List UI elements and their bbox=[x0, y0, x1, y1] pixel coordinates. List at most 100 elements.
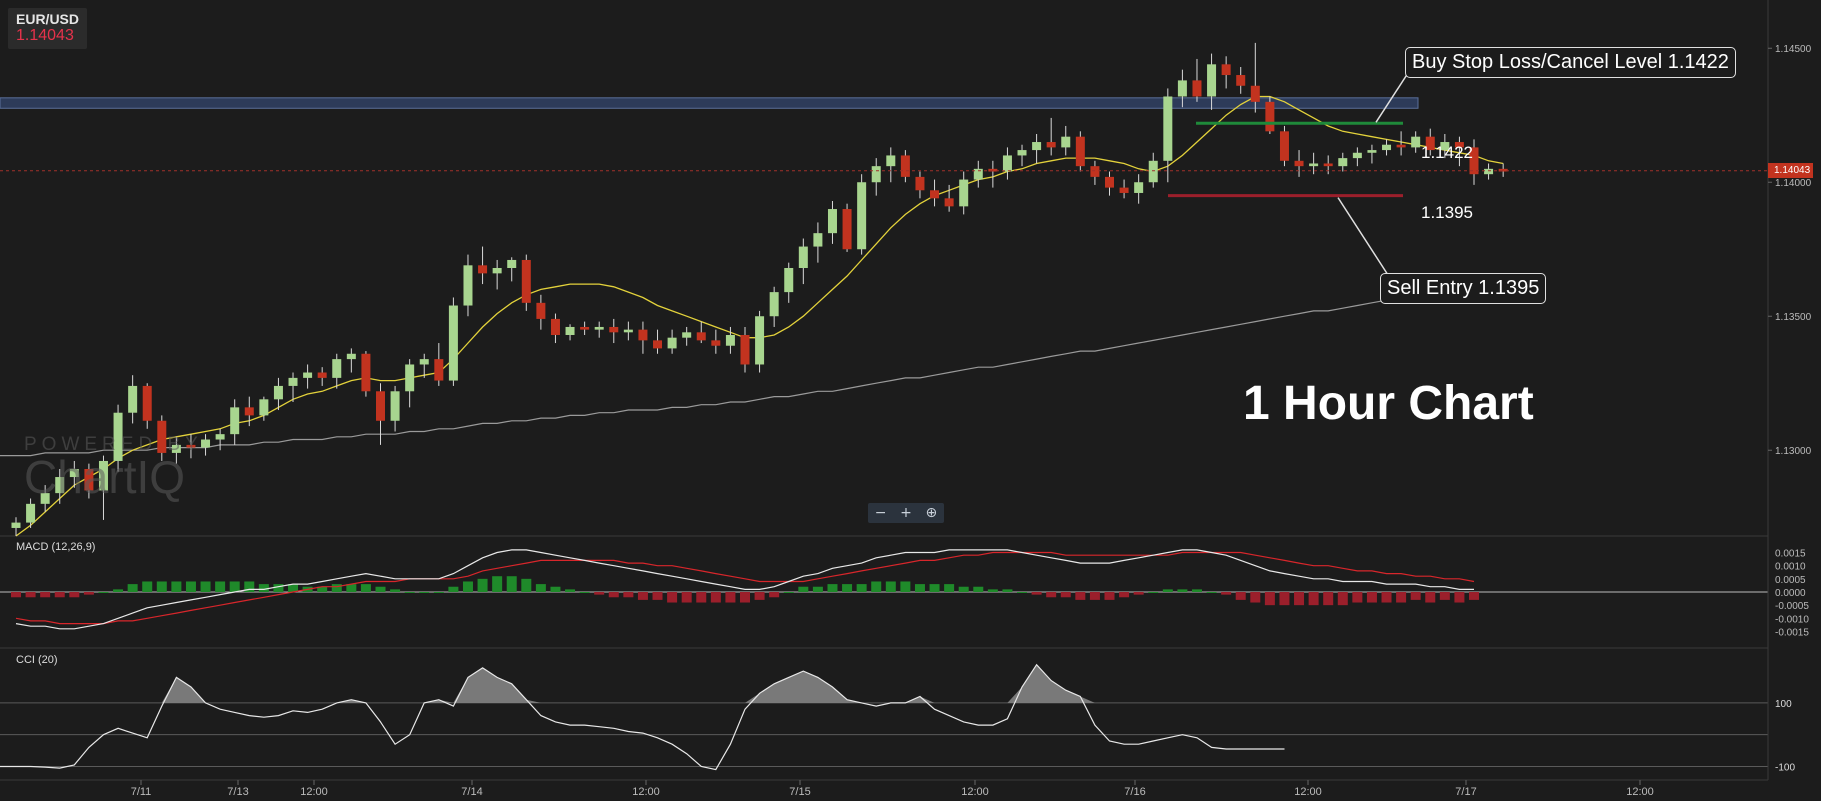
candle-body bbox=[1017, 150, 1027, 156]
candle-body bbox=[11, 522, 21, 528]
candle-body bbox=[1221, 64, 1231, 76]
macd-histogram-bar bbox=[1177, 589, 1188, 592]
macd-histogram-bar bbox=[812, 586, 823, 592]
candle-body bbox=[1002, 155, 1012, 172]
candle-body bbox=[361, 353, 371, 392]
chart-background bbox=[0, 0, 1821, 801]
macd-histogram-bar bbox=[1366, 592, 1377, 603]
macd-histogram-bar bbox=[1294, 592, 1305, 606]
macd-histogram-bar bbox=[1162, 589, 1173, 592]
macd-histogram-bar bbox=[1308, 592, 1319, 606]
candle-body bbox=[434, 359, 444, 381]
macd-label: MACD (12,26,9) bbox=[16, 541, 96, 553]
macd-histogram-bar bbox=[200, 581, 211, 592]
candle-body bbox=[1309, 163, 1319, 167]
macd-histogram-bar bbox=[171, 581, 182, 592]
macd-histogram-bar bbox=[900, 581, 911, 592]
macd-histogram-bar bbox=[506, 576, 517, 592]
candle-body bbox=[376, 391, 385, 421]
candle-body bbox=[769, 292, 779, 317]
zoom-in-icon[interactable]: + bbox=[900, 505, 912, 521]
macd-histogram-bar bbox=[827, 584, 838, 592]
macd-histogram-bar bbox=[127, 584, 138, 592]
macd-tick-label: 0.0005 bbox=[1775, 575, 1806, 586]
macd-histogram-bar bbox=[1002, 589, 1013, 592]
candle-body bbox=[857, 182, 867, 250]
candle[interactable] bbox=[857, 174, 867, 255]
candle[interactable] bbox=[842, 203, 852, 252]
macd-histogram-bar bbox=[1148, 592, 1159, 593]
zoom-reset-icon[interactable]: ⊕ bbox=[925, 505, 937, 521]
cci-label: CCI (20) bbox=[16, 654, 58, 666]
candle[interactable] bbox=[755, 310, 765, 373]
candle-body bbox=[580, 326, 590, 330]
candle-body bbox=[1294, 160, 1304, 167]
candle-body bbox=[842, 209, 852, 250]
macd-histogram-bar bbox=[113, 589, 124, 592]
macd-histogram-bar bbox=[54, 592, 65, 598]
macd-tick-label: 0.0015 bbox=[1775, 549, 1806, 560]
symbol-badge[interactable]: EUR/USD 1.14043 bbox=[8, 8, 88, 49]
macd-histogram-bar bbox=[1250, 592, 1261, 603]
candle-body bbox=[886, 155, 896, 167]
macd-histogram-bar bbox=[142, 581, 153, 592]
time-tick-label: 12:00 bbox=[1626, 786, 1654, 798]
candle-body bbox=[419, 359, 429, 365]
candle-body bbox=[1352, 152, 1362, 159]
candle-body bbox=[1207, 64, 1217, 97]
macd-histogram-bar bbox=[710, 592, 721, 603]
candle-body bbox=[215, 434, 225, 440]
macd-tick-label: -0.0015 bbox=[1775, 627, 1809, 638]
resistance-zone-rect bbox=[0, 97, 1419, 109]
macd-histogram-bar bbox=[360, 584, 371, 592]
macd-histogram-bar bbox=[1119, 592, 1130, 598]
zoom-controls: − + ⊕ bbox=[868, 503, 944, 523]
cci-tick-label: 100 bbox=[1775, 699, 1792, 710]
candle-body bbox=[273, 385, 283, 400]
candle[interactable] bbox=[361, 351, 371, 397]
macd-histogram-bar bbox=[229, 581, 240, 592]
macd-histogram-bar bbox=[608, 592, 619, 598]
candle[interactable] bbox=[448, 297, 458, 386]
candle-body bbox=[303, 372, 313, 378]
macd-histogram-bar bbox=[433, 592, 444, 593]
time-tick-label: 12:00 bbox=[300, 786, 328, 798]
candle[interactable] bbox=[1265, 96, 1275, 134]
time-tick-label: 7/17 bbox=[1455, 786, 1476, 798]
symbol-price: 1.14043 bbox=[16, 27, 74, 44]
candle[interactable] bbox=[1075, 131, 1085, 172]
candle-body bbox=[317, 372, 327, 378]
chart-canvas[interactable]: 0.0015 0.0010 0.0005 0.0000 -0.0005 -0.0010 -0… bbox=[0, 0, 1821, 801]
macd-histogram-bar bbox=[1075, 592, 1086, 600]
macd-histogram-bar bbox=[69, 592, 80, 598]
candle[interactable] bbox=[521, 254, 531, 311]
macd-histogram-bar bbox=[1425, 592, 1436, 603]
candle-body bbox=[230, 407, 240, 435]
macd-histogram-bar bbox=[375, 586, 386, 592]
macd-tick-label: -0.0005 bbox=[1775, 601, 1809, 612]
candle-body bbox=[609, 326, 619, 333]
zoom-out-icon[interactable]: − bbox=[875, 505, 887, 521]
macd-histogram-bar bbox=[637, 592, 648, 600]
candle-body bbox=[26, 503, 36, 523]
macd-histogram-bar bbox=[215, 581, 226, 592]
macd-histogram-bar bbox=[1046, 592, 1057, 598]
candle-body bbox=[405, 364, 415, 392]
macd-histogram-bar bbox=[987, 589, 998, 592]
candle-body bbox=[259, 399, 269, 416]
candle-body bbox=[915, 176, 925, 191]
macd-histogram-bar bbox=[1396, 592, 1407, 603]
price-tick-label: 1.14500 bbox=[1775, 44, 1812, 55]
macd-histogram-bar bbox=[1089, 592, 1100, 600]
candle-body bbox=[1382, 144, 1392, 151]
candle-body bbox=[565, 326, 575, 335]
macd-histogram-bar bbox=[929, 584, 940, 592]
candle-body bbox=[1411, 136, 1421, 148]
candle-body bbox=[463, 265, 473, 306]
candle-body bbox=[1484, 168, 1494, 175]
candle[interactable] bbox=[1279, 125, 1289, 167]
candle-body bbox=[871, 166, 881, 183]
macd-histogram-bar bbox=[856, 584, 867, 592]
chart-title-overlay: 1 Hour Chart bbox=[1243, 377, 1534, 430]
macd-histogram-bar bbox=[1381, 592, 1392, 603]
